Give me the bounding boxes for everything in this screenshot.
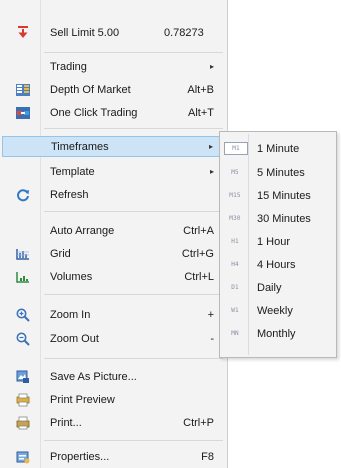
volumes-icon (15, 270, 31, 284)
menu-separator (44, 440, 223, 441)
timeframe-label: 1 Hour (257, 235, 291, 248)
timeframes-submenu: M1 1 Minute M5 5 Minutes M15 15 Minutes … (219, 131, 337, 358)
menu-item-label: Properties... (50, 450, 110, 463)
menu-item-label: Zoom In (50, 308, 91, 321)
menu-item-one-click-trading[interactable]: One Click Trading Alt+T (2, 102, 226, 123)
timeframe-item-h4[interactable]: H4 4 Hours (222, 254, 334, 275)
grid-icon (15, 247, 31, 261)
timeframe-label: Monthly (257, 327, 296, 340)
menu-item-label: Timeframes (51, 140, 109, 153)
one-click-trading-icon (15, 106, 31, 120)
timeframe-item-w1[interactable]: W1 Weekly (222, 300, 334, 321)
menu-item-save-as-picture[interactable]: Save As Picture... (2, 366, 226, 387)
menu-item-label: One Click Trading (50, 106, 138, 119)
menu-item-label: Save As Picture... (50, 370, 137, 383)
menu-item-zoom-in[interactable]: Zoom In + (2, 304, 226, 325)
timeframe-item-m30[interactable]: M30 30 Minutes (222, 208, 334, 229)
menu-separator (44, 128, 223, 129)
menu-item-trading[interactable]: Trading ▸ (2, 56, 226, 77)
timeframe-label: Weekly (257, 304, 293, 317)
mn-icon: MN (231, 330, 239, 337)
sell-arrow-icon (15, 26, 31, 40)
h4-icon: H4 (231, 261, 239, 268)
menu-item-refresh[interactable]: Refresh (2, 184, 226, 205)
m5-icon: M5 (231, 169, 239, 176)
timeframe-item-m5[interactable]: M5 5 Minutes (222, 162, 334, 183)
printer-icon (15, 416, 31, 430)
menu-item-volumes[interactable]: Volumes Ctrl+L (2, 266, 226, 287)
menu-item-shortcut: Ctrl+L (184, 270, 214, 283)
menu-item-label: Sell Limit 5.00 (50, 26, 120, 39)
menu-item-depth-of-market[interactable]: Depth Of Market Alt+B (2, 79, 226, 100)
print-preview-icon (15, 393, 31, 407)
timeframe-item-m15[interactable]: M15 15 Minutes (222, 185, 334, 206)
menu-item-shortcut: Ctrl+A (183, 224, 214, 237)
timeframe-label: 15 Minutes (257, 189, 311, 202)
menu-item-label: Grid (50, 247, 71, 260)
menu-item-sell-limit[interactable]: Sell Limit 5.00 0.78273 (2, 22, 226, 43)
menu-item-shortcut: Ctrl+G (181, 247, 214, 260)
m15-icon: M15 (229, 192, 241, 199)
zoom-out-icon (15, 332, 31, 346)
menu-item-label: Volumes (50, 270, 93, 283)
timeframe-label: 1 Minute (257, 142, 300, 155)
d1-icon: D1 (231, 284, 239, 291)
menu-item-print[interactable]: Print... Ctrl+P (2, 412, 226, 433)
depth-of-market-icon (15, 83, 31, 97)
menu-item-shortcut: F8 (201, 450, 214, 463)
w1-icon: W1 (231, 307, 239, 314)
menu-separator (44, 294, 223, 295)
menu-item-auto-arrange[interactable]: Auto Arrange Ctrl+A (2, 220, 226, 241)
m30-icon: M30 (229, 215, 241, 222)
submenu-arrow-icon: ▸ (209, 167, 214, 176)
timeframe-label: 5 Minutes (257, 166, 305, 179)
timeframe-label: 4 Hours (257, 258, 296, 271)
sell-limit-price: 0.78273 (164, 26, 204, 39)
menu-item-label: Zoom Out (50, 332, 99, 345)
menu-item-shortcut: + (207, 308, 214, 321)
menu-item-properties[interactable]: Properties... F8 (2, 446, 226, 467)
timeframe-label: Daily (257, 281, 282, 294)
menu-item-shortcut: Alt+T (188, 106, 214, 119)
menu-item-shortcut: Alt+B (187, 83, 214, 96)
menu-item-label: Print Preview (50, 393, 115, 406)
m1-icon: M1 (224, 142, 248, 155)
menu-item-print-preview[interactable]: Print Preview (2, 389, 226, 410)
menu-item-label: Depth Of Market (50, 83, 131, 96)
menu-item-label: Template (50, 165, 95, 178)
timeframe-item-d1[interactable]: D1 Daily (222, 277, 334, 298)
timeframe-item-h1[interactable]: H1 1 Hour (222, 231, 334, 252)
menu-item-label: Print... (50, 416, 82, 429)
menu-item-template[interactable]: Template ▸ (2, 161, 226, 182)
menu-item-grid[interactable]: Grid Ctrl+G (2, 243, 226, 264)
menu-item-shortcut: Ctrl+P (183, 416, 214, 429)
menu-separator (44, 52, 223, 53)
menu-item-shortcut: - (210, 332, 214, 345)
menu-separator (44, 358, 223, 359)
menu-item-label: Refresh (50, 188, 89, 201)
zoom-in-icon (15, 308, 31, 322)
h1-icon: H1 (231, 238, 239, 245)
refresh-icon (15, 188, 31, 202)
timeframe-label: 30 Minutes (257, 212, 311, 225)
menu-item-timeframes[interactable]: Timeframes ▸ (2, 136, 226, 157)
menu-item-zoom-out[interactable]: Zoom Out - (2, 328, 226, 349)
context-menu: Sell Limit 5.00 0.78273 Trading ▸ Depth … (0, 0, 228, 468)
submenu-arrow-icon: ▸ (209, 62, 214, 71)
menu-item-label: Auto Arrange (50, 224, 115, 237)
timeframe-item-mn[interactable]: MN Monthly (222, 323, 334, 344)
menu-item-label: Trading (50, 60, 87, 73)
timeframe-item-m1[interactable]: M1 1 Minute (222, 138, 334, 159)
menu-separator (44, 211, 223, 212)
save-picture-icon (15, 370, 31, 384)
properties-icon (15, 450, 31, 464)
submenu-arrow-icon: ▸ (208, 142, 213, 151)
